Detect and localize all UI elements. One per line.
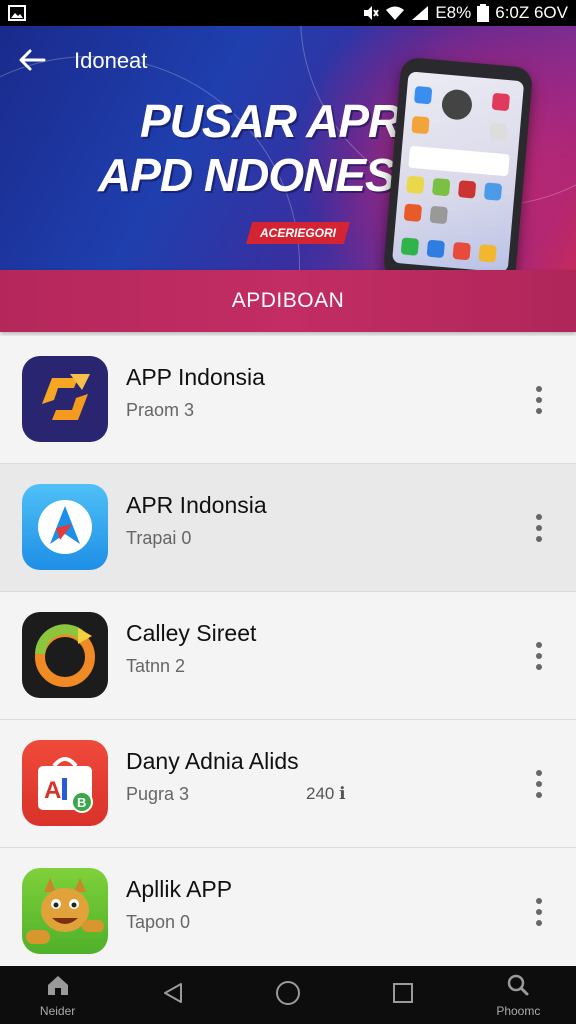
home-icon (45, 973, 71, 1002)
hero-banner: Idoneat PUSAR APR APD NDONESIA ACERIEGOR… (0, 26, 576, 270)
back-arrow-icon[interactable] (16, 46, 48, 74)
app-list: APP Indonsia Praom 3 APR Indonsia Trapai… (0, 336, 576, 976)
app-name: Apllik APP (126, 876, 233, 902)
list-item[interactable]: Apllik APP Tapon 0 (0, 848, 576, 976)
app-name: Calley Sireet (126, 620, 257, 646)
back-triangle-icon (161, 981, 185, 1010)
status-time: 6:0Z 6OV (495, 3, 568, 22)
app-icon-compass-a (22, 484, 108, 570)
app-name: APR Indonsia (126, 492, 267, 518)
mute-icon (361, 4, 380, 22)
bottom-nav-bar: Neider Phoomc (0, 966, 576, 1024)
phone-illustration (382, 56, 534, 270)
headline-line-1: PUSAR APR (140, 95, 401, 147)
battery-percent: E8% (435, 3, 472, 22)
nav-back[interactable] (128, 966, 218, 1024)
app-subtitle: Pugra 3 (126, 784, 190, 804)
app-subtitle: Tatnn 2 (126, 656, 186, 676)
app-icon-shopping-bag: A B (22, 740, 108, 826)
svg-text:A: A (44, 777, 61, 804)
status-bar: E8% 6:0Z 6OV (0, 0, 576, 26)
wifi-icon (385, 5, 405, 21)
banner-title: Idoneat (74, 48, 148, 73)
headline-line-2: APD NDONESIA (98, 149, 440, 201)
phone-search-icon (505, 973, 531, 1002)
list-item[interactable]: Calley Sireet Tatnn 2 (0, 592, 576, 720)
section-header: APDIBOAN (0, 270, 576, 332)
more-vertical-icon[interactable] (530, 386, 548, 414)
gallery-notification-icon (8, 4, 32, 22)
more-vertical-icon[interactable] (530, 514, 548, 542)
nav-home-circle[interactable] (243, 966, 333, 1024)
nav-phone[interactable]: Phoomc (473, 966, 563, 1024)
battery-icon (477, 4, 490, 22)
app-name: Dany Adnia Alids (126, 748, 299, 774)
app-subtitle: Tapon 0 (126, 912, 191, 932)
section-label: APDIBOAN (231, 289, 345, 312)
app-subtitle: Trapai 0 (126, 528, 192, 548)
nav-home-label: Neider (39, 1003, 76, 1018)
nav-phone-label: Phoomc (496, 1003, 541, 1018)
list-item[interactable]: A B Dany Adnia Alids Pugra 3 240 ℹ (0, 720, 576, 848)
more-vertical-icon[interactable] (530, 642, 548, 670)
app-name: APP Indonsia (126, 364, 265, 390)
nav-home[interactable]: Neider (13, 966, 103, 1024)
recents-square-icon (391, 981, 415, 1010)
more-vertical-icon[interactable] (530, 898, 548, 926)
app-extra-info: 240 ℹ (306, 784, 346, 803)
home-circle-icon (275, 980, 301, 1011)
app-subtitle: Praom 3 (126, 400, 195, 420)
more-vertical-icon[interactable] (530, 770, 548, 798)
phone-screen (391, 71, 525, 270)
category-badge: ACERIEGORI (246, 222, 351, 244)
app-icon-orange-arrows (22, 356, 108, 442)
app-icon-swirl (22, 612, 108, 698)
list-item[interactable]: APP Indonsia Praom 3 (0, 336, 576, 464)
svg-text:B: B (77, 795, 86, 810)
nav-recents[interactable] (358, 966, 448, 1024)
list-item[interactable]: APR Indonsia Trapai 0 (0, 464, 576, 592)
app-icon-cartoon-creature (22, 868, 108, 954)
signal-icon (411, 5, 429, 21)
